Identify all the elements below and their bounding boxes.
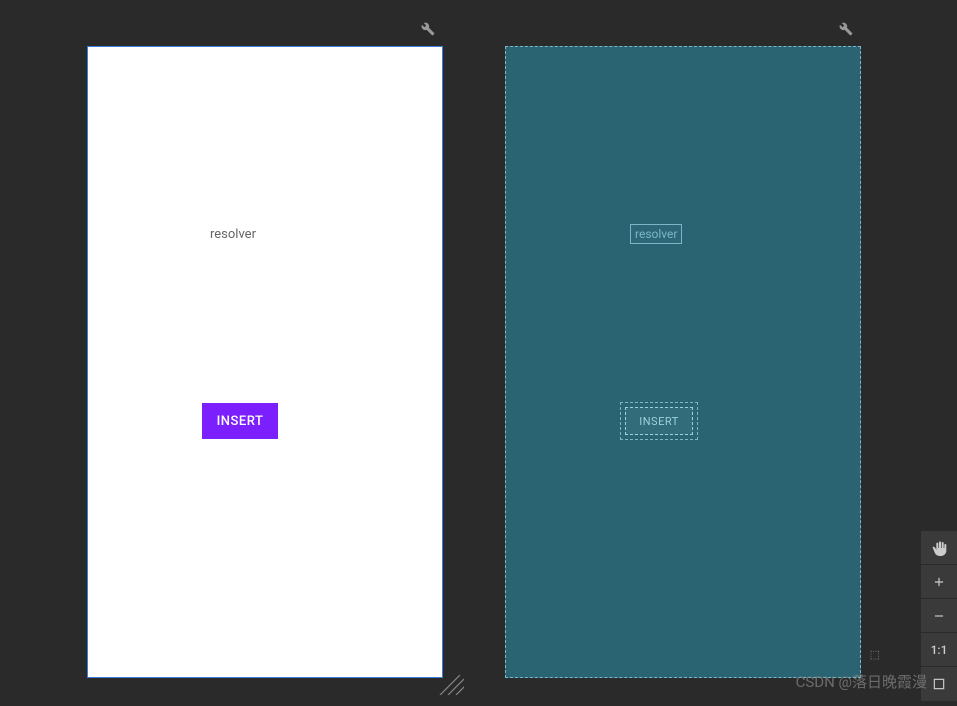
blueprint-panel-wrapper: resolver INSERT ⬚ bbox=[505, 18, 861, 706]
zoom-in-button[interactable] bbox=[921, 565, 957, 599]
canvas-area: resolver INSERT resolver INSERT ⬚ bbox=[0, 0, 957, 706]
resolver-label: resolver bbox=[210, 227, 256, 242]
resize-handle-icon[interactable] bbox=[434, 675, 464, 695]
fullscreen-button[interactable] bbox=[921, 667, 957, 701]
hand-tool-button[interactable] bbox=[921, 531, 957, 565]
resolver-label-blueprint[interactable]: resolver bbox=[630, 224, 682, 244]
design-panel[interactable]: resolver INSERT bbox=[87, 46, 443, 678]
insert-button[interactable]: INSERT bbox=[202, 403, 278, 439]
blueprint-panel[interactable]: resolver INSERT bbox=[505, 46, 861, 678]
insert-button-blueprint[interactable]: INSERT bbox=[625, 407, 693, 435]
wrench-icon[interactable] bbox=[421, 21, 435, 40]
zoom-reset-button[interactable]: 1:1 bbox=[921, 633, 957, 667]
zoom-toolbar: 1:1 bbox=[921, 531, 957, 701]
design-panel-wrapper: resolver INSERT bbox=[87, 18, 443, 706]
resize-handle-icon[interactable]: ⬚ bbox=[870, 648, 880, 661]
insert-button-blueprint-outer[interactable]: INSERT bbox=[620, 402, 698, 440]
wrench-icon[interactable] bbox=[839, 21, 853, 40]
zoom-out-button[interactable] bbox=[921, 599, 957, 633]
